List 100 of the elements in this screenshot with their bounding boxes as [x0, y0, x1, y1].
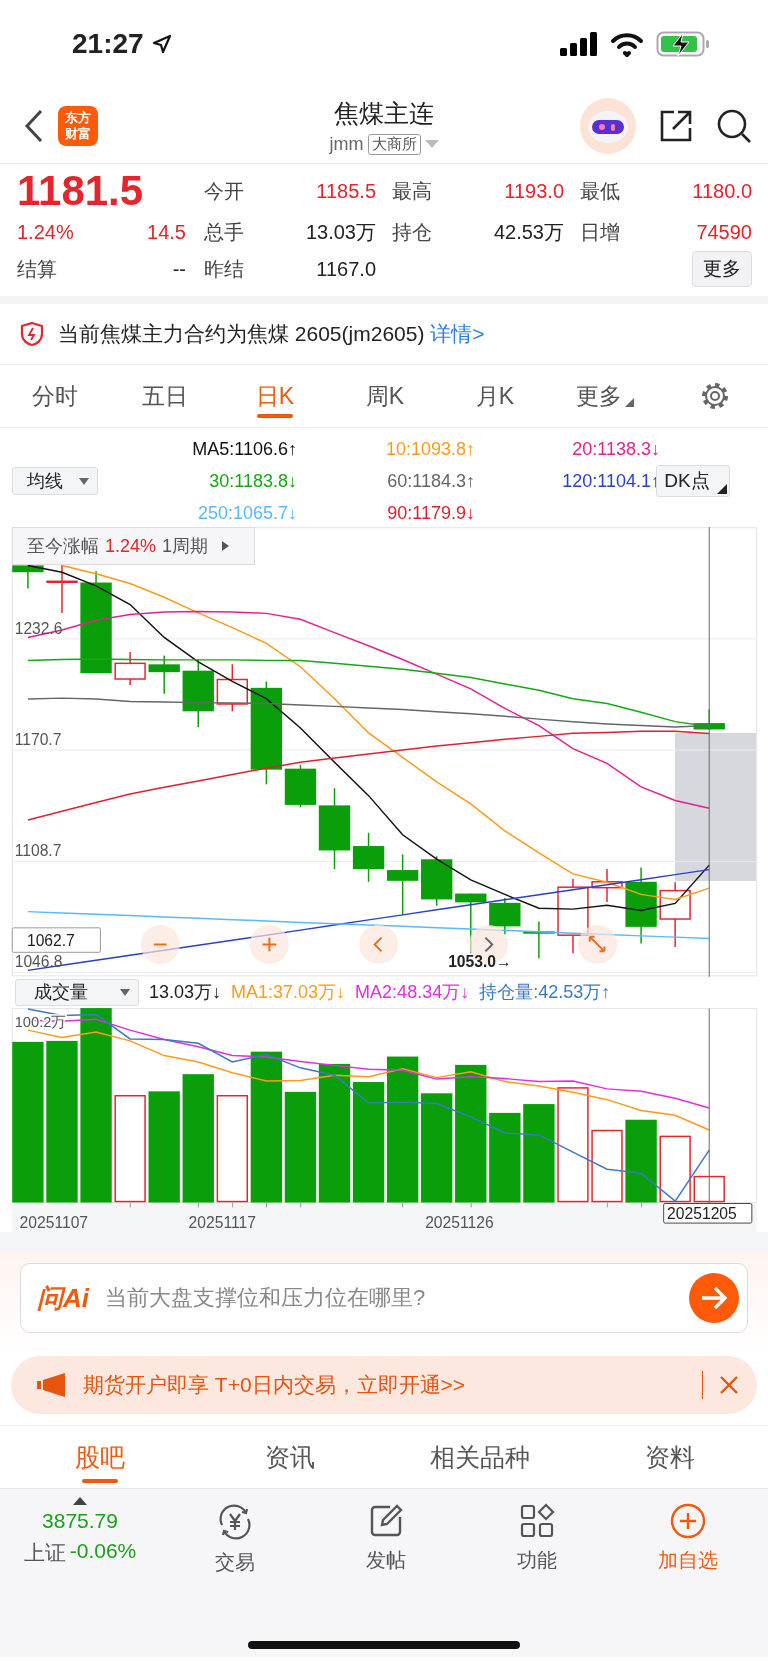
volume-indicator-value: 13.03万↓: [149, 981, 222, 1004]
arrow-right-icon: [700, 1286, 728, 1310]
question-field[interactable]: 当前大盘支撑位和压力位在哪里?: [103, 1284, 675, 1312]
date-axis-label: 20251107: [19, 1214, 89, 1231]
field-value: 1167.0: [316, 257, 376, 281]
field-label: 结算: [17, 256, 57, 282]
battery-charging-icon: [656, 31, 710, 57]
nav-item[interactable]: 功能: [462, 1497, 612, 1577]
indicator-dropdown[interactable]: 均线: [12, 467, 98, 495]
field-label: 总手: [204, 219, 244, 245]
details-link[interactable]: 详情>: [430, 322, 485, 345]
candlestick: [659, 881, 691, 948]
volume-bar: [659, 1135, 691, 1203]
send-button[interactable]: [689, 1273, 739, 1323]
axis-tick: [402, 1202, 404, 1208]
range-change-panel[interactable]: 至今涨幅 1.24% 1周期: [12, 527, 255, 565]
low-price-marker: 1053.0→: [448, 952, 512, 970]
wifi-icon: [610, 31, 644, 57]
more-button[interactable]: 更多: [692, 251, 752, 287]
axis-tick: [129, 1202, 131, 1208]
volume-indicator-value: 持仓量:42.53万↑: [479, 981, 611, 1004]
volume-dropdown[interactable]: 成交量: [15, 978, 139, 1006]
candlestick: [523, 920, 555, 959]
candlestick: [386, 853, 419, 916]
volume-bar: [693, 1175, 725, 1203]
range-label: 至今涨幅: [27, 535, 99, 558]
candlestick: [693, 708, 725, 731]
settings-icon[interactable]: [701, 382, 729, 410]
promo-text: 期货开户即享 T+0日内交易，立即开通>>: [83, 1372, 467, 1398]
field-label: 最高: [392, 178, 432, 204]
notice-text: 当前焦煤主力合约为焦煤 2605(jm2605) 详情>: [58, 321, 485, 347]
section-tab[interactable]: 资讯: [195, 1426, 385, 1488]
plus-circle-icon: [670, 1503, 706, 1539]
moving-average-value: MA5:1106.6↑: [191, 438, 297, 460]
price-tick-label: 1170.7: [14, 731, 62, 749]
back-icon[interactable]: [24, 108, 44, 143]
dk-points-button[interactable]: DK点: [656, 465, 730, 497]
candlestick: [148, 654, 180, 695]
grid-icon: [519, 1503, 555, 1539]
candlestick: [114, 651, 146, 686]
range-change-value: 1.24%: [105, 535, 157, 557]
axis-tick: [232, 1202, 234, 1208]
range-period: 1周期: [162, 535, 209, 558]
date-axis-label: 20251126: [425, 1214, 494, 1231]
candlestick: [12, 564, 44, 590]
field-value: 1185.5: [316, 179, 376, 203]
ai-logo: 问Ai: [37, 1281, 89, 1315]
volume-indicator-value: MA1:37.03万↓: [231, 981, 346, 1004]
candlestick: [591, 868, 623, 903]
dropdown-caret-icon[interactable]: [424, 140, 439, 148]
field-value: 13.03万: [305, 219, 376, 245]
location-arrow-icon: [151, 34, 172, 54]
field-value: 42.53万: [493, 219, 564, 245]
candlestick: [489, 897, 521, 936]
period-tab[interactable]: 月K: [440, 365, 550, 427]
nav-item[interactable]: 发帖: [310, 1497, 462, 1577]
expand-button[interactable]: [577, 924, 618, 965]
section-tab[interactable]: 资料: [575, 1426, 765, 1488]
clock-time: 21:27: [72, 28, 144, 60]
price-tick-label: 1232.6: [14, 620, 63, 637]
close-icon: [719, 1375, 739, 1395]
price-tick-label: 1046.8: [14, 953, 63, 970]
field-label: 昨结: [204, 256, 244, 282]
candlestick: [421, 855, 453, 907]
zoom-in-button[interactable]: [249, 924, 289, 965]
scroll-left-button[interactable]: [359, 924, 399, 965]
search-icon[interactable]: [716, 107, 752, 144]
robot-avatar-icon[interactable]: [580, 97, 636, 154]
field-value: --: [172, 257, 186, 281]
dropdown-caret-icon: [79, 477, 89, 485]
last-price: 1181.5: [17, 167, 145, 215]
nav-item[interactable]: 交易: [160, 1497, 310, 1577]
exchange-tag: 大商所: [367, 133, 421, 155]
moving-average-value: 20:1138.3↓: [571, 438, 660, 460]
price-tick-label: 1108.7: [14, 842, 62, 860]
period-tab[interactable]: 更多: [550, 365, 660, 427]
zoom-out-button[interactable]: [140, 924, 180, 965]
period-tab[interactable]: 分时: [0, 365, 110, 427]
moving-average-value: 10:1093.8↑: [384, 438, 475, 460]
volume-indicator-value: MA2:48.34万↓: [355, 981, 470, 1004]
corner-triangle-icon: [717, 484, 727, 494]
change-amount: 14.5: [147, 220, 186, 244]
moving-average-value: 30:1183.8↓: [208, 470, 297, 492]
index-name[interactable]: 上证: [23, 1539, 66, 1567]
period-tab[interactable]: 周K: [330, 365, 440, 427]
section-tab[interactable]: 相关品种: [385, 1426, 575, 1488]
field-value: 1180.0: [692, 179, 752, 203]
axis-tick: [641, 1202, 643, 1208]
period-tab[interactable]: 五日: [110, 365, 220, 427]
field-label: 持仓: [392, 219, 432, 245]
close-button[interactable]: [719, 1375, 739, 1395]
change-percent: 1.24%: [17, 220, 74, 244]
moving-average-value: 60:1184.3↑: [386, 470, 475, 492]
shield-alert-icon: [20, 321, 44, 347]
field-label: 日增: [580, 219, 620, 245]
cursor-date-label: 20251205: [663, 1203, 753, 1224]
moving-average-value: 90:1179.9↓: [386, 502, 475, 524]
field-value: 74590: [696, 220, 752, 244]
field-label: 最低: [580, 178, 620, 204]
page-title: 焦煤主连: [334, 97, 434, 129]
